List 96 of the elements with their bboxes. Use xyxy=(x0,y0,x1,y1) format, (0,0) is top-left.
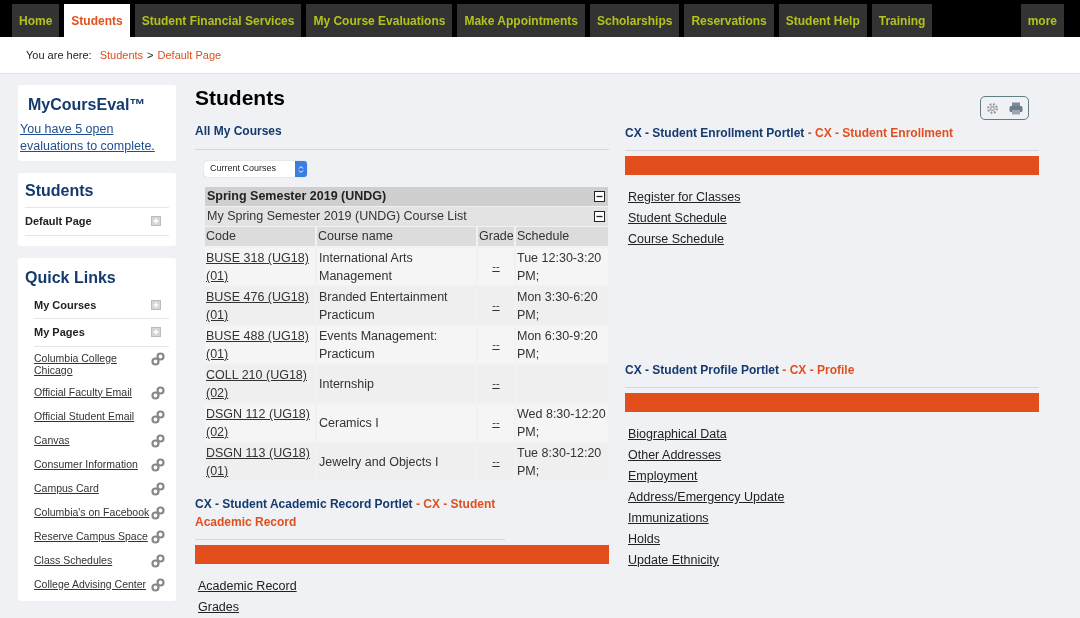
quick-link[interactable]: College Advising Center xyxy=(34,577,147,590)
column-header: Code xyxy=(205,227,315,246)
link-icon xyxy=(151,505,165,520)
quick-link[interactable]: Consumer Information xyxy=(34,457,138,470)
link-icon xyxy=(151,351,165,366)
quick-link[interactable]: Canvas xyxy=(34,433,70,446)
column-header: Grade xyxy=(478,227,514,246)
portlet-link[interactable]: Course Schedule xyxy=(628,231,724,248)
course-list-heading: My Spring Semester 2019 (UNDG) Course List xyxy=(207,208,467,226)
nav-tab[interactable]: more xyxy=(1020,4,1064,37)
breadcrumb-link[interactable]: Students xyxy=(99,46,144,64)
portlet-link[interactable]: Address/Emergency Update xyxy=(628,489,785,506)
link-icon xyxy=(151,385,165,400)
portlet-heading: CX - Student Academic Record Portlet - CX - Student Academic Record xyxy=(195,495,505,540)
nav-tab[interactable]: Make Appointments xyxy=(457,4,586,37)
link-icon xyxy=(151,481,165,496)
evaluations-link[interactable]: You have 5 open evaluations to complete. xyxy=(20,121,176,155)
course-filter-select[interactable]: Current Courses xyxy=(204,161,307,177)
table-cell: Jewelry and Objects I xyxy=(317,443,476,480)
link-icon xyxy=(151,529,165,544)
table-cell: Branded Entertainment Practicum xyxy=(317,287,476,324)
grade-link[interactable]: -- xyxy=(492,336,500,353)
table-cell: Mon 3:30-6:20 PM; xyxy=(516,287,608,324)
portlet-link[interactable]: Immunizations xyxy=(628,510,709,527)
portlet-link[interactable]: Update Ethnicity xyxy=(628,552,720,569)
quick-link[interactable]: Official Faculty Email xyxy=(34,385,132,398)
grade-link[interactable]: -- xyxy=(492,453,500,470)
nav-tab[interactable]: Scholarships xyxy=(590,4,680,37)
grade-link[interactable]: -- xyxy=(492,258,500,275)
table-cell: Events Management: Practicum xyxy=(317,326,476,363)
settings-icon[interactable] xyxy=(986,101,999,115)
portlet-link[interactable]: Biographical Data xyxy=(628,426,727,443)
quick-link[interactable]: Official Student Email xyxy=(34,409,135,422)
expand-icon[interactable] xyxy=(151,216,161,227)
portlet-link[interactable]: Academic Record xyxy=(198,578,297,595)
table-cell: Ceramics I xyxy=(317,404,476,441)
course-code-link[interactable]: COLL 210 (UG18) (02) xyxy=(206,366,314,402)
breadcrumb-label: You are here: xyxy=(26,47,92,63)
sidebar-item[interactable]: My Pages xyxy=(34,324,85,341)
nav-tab[interactable]: Student Financial Services xyxy=(134,4,302,37)
link-icon xyxy=(151,553,165,568)
term-heading: Spring Semester 2019 (UNDG) xyxy=(207,188,387,206)
breadcrumb-separator: > xyxy=(147,47,154,63)
quick-link[interactable]: Reserve Campus Space xyxy=(34,529,148,542)
grade-link[interactable]: -- xyxy=(492,375,500,392)
portlet-link[interactable]: Employment xyxy=(628,468,698,485)
expand-icon[interactable] xyxy=(151,327,161,338)
link-icon xyxy=(151,577,165,592)
column-header: Schedule xyxy=(516,227,608,246)
link-icon xyxy=(151,433,165,448)
grade-link[interactable]: -- xyxy=(492,297,500,314)
collapse-icon[interactable] xyxy=(594,211,605,222)
page-title: Students xyxy=(195,86,286,110)
nav-tab[interactable]: Reservations xyxy=(684,4,774,37)
collapse-icon[interactable] xyxy=(594,191,605,202)
portlet-heading: CX - Student Profile Portlet - CX - Profile xyxy=(625,361,1039,388)
card-title: Quick Links xyxy=(25,267,117,288)
breadcrumb-link[interactable]: Default Page xyxy=(157,46,222,64)
sidebar-item[interactable]: My Courses xyxy=(34,296,97,313)
portlet-link[interactable]: Student Schedule xyxy=(628,210,727,227)
portlet-heading: CX - Student Enrollment Portlet - CX - Student Enrollment xyxy=(625,124,1039,151)
dropdown-icon xyxy=(295,161,307,177)
sidebar-item[interactable]: Default Page xyxy=(25,213,92,230)
course-code-link[interactable]: DSGN 112 (UG18) (02) xyxy=(206,405,314,441)
nav-tab[interactable]: Student Help xyxy=(778,4,867,37)
card-title: MyCoursEval™ xyxy=(27,95,147,115)
course-code-link[interactable]: BUSE 476 (UG18) (01) xyxy=(206,288,314,324)
table-cell: Tue 8:30-12:20 PM; xyxy=(516,443,608,480)
table-cell: Internship xyxy=(317,365,476,402)
portlet-link[interactable]: Other Addresses xyxy=(628,447,722,464)
quick-link[interactable]: Columbia College Chicago xyxy=(34,351,151,376)
grade-link[interactable]: -- xyxy=(492,414,500,431)
nav-tab[interactable]: Students xyxy=(64,4,130,37)
link-icon xyxy=(151,409,165,424)
quick-link[interactable]: Columbia's on Facebook xyxy=(34,505,150,518)
section-title: All My Courses xyxy=(195,122,609,150)
table-cell: Tue 12:30-3:20 PM; xyxy=(516,248,608,285)
table-cell: International Arts Management xyxy=(317,248,476,285)
table-cell: Wed 8:30-12:20 PM; xyxy=(516,404,608,441)
course-code-link[interactable]: BUSE 488 (UG18) (01) xyxy=(206,327,314,363)
portlet-link[interactable]: Register for Classes xyxy=(628,189,741,206)
expand-icon[interactable] xyxy=(151,299,161,310)
column-header: Course name xyxy=(317,227,476,246)
course-code-link[interactable]: DSGN 113 (UG18) (01) xyxy=(206,444,314,480)
nav-tab[interactable]: Training xyxy=(871,4,933,37)
nav-tab[interactable]: My Course Evaluations xyxy=(306,4,453,37)
course-code-link[interactable]: BUSE 318 (UG18) (01) xyxy=(206,249,314,285)
quick-link[interactable]: Campus Card xyxy=(34,481,99,494)
quick-link[interactable]: Class Schedules xyxy=(34,553,113,566)
table-cell: Mon 6:30-9:20 PM; xyxy=(516,326,608,363)
card-title: Students xyxy=(25,179,169,208)
portlet-link[interactable]: Holds xyxy=(628,531,660,548)
link-icon xyxy=(151,457,165,472)
portlet-link[interactable]: Grades xyxy=(198,599,239,616)
print-icon[interactable] xyxy=(1009,101,1023,115)
nav-tab[interactable]: Home xyxy=(12,4,60,37)
